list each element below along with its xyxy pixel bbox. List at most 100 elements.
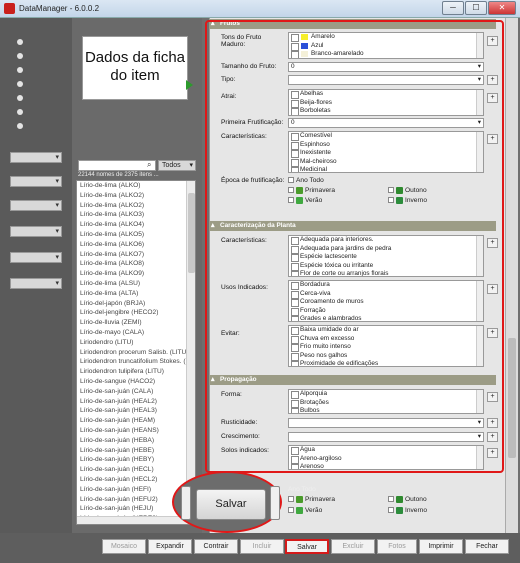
plant-list-rows: Lírio-de-lima (ALKO) Lírio-de-lima (ALKO2…	[77, 181, 187, 525]
list-item[interactable]: Lírio-de-lima (ALKO8)	[77, 259, 187, 269]
mosaico-button[interactable]: Mosaico	[102, 539, 146, 554]
zoom-right-button-edge	[270, 486, 280, 520]
list-item[interactable]: Lírio-de-san-juán (HEBA)	[77, 436, 187, 446]
prop-primavera-checkbox[interactable]	[288, 496, 294, 503]
list-item[interactable]: Lírio-de-lima (ALKO3)	[77, 210, 187, 220]
annotation-callout: Dados da ficha do item	[82, 36, 188, 100]
filter-dropdown-6[interactable]	[10, 278, 62, 289]
expandir-button[interactable]: Expandir	[148, 539, 192, 554]
list-item[interactable]: Lírio-de-sangue (HACO2)	[77, 377, 187, 387]
list-item[interactable]: Lírio-de-san-juán (HEFU2)	[77, 495, 187, 505]
leaf-icon	[396, 495, 403, 503]
list-item[interactable]: Lírio-de-san-juán (CALA)	[77, 387, 187, 397]
contrair-button[interactable]: Contrair	[194, 539, 238, 554]
prop-inverno-checkbox[interactable]	[388, 507, 394, 514]
salvar-button[interactable]: Salvar	[285, 539, 329, 554]
list-item[interactable]: Lírio-del-japón (BRJA)	[77, 299, 187, 309]
prop-ano-todo[interactable]: Ano Todo	[288, 485, 316, 494]
plant-list[interactable]: Lírio-de-lima (ALKO) Lírio-de-lima (ALKO2…	[76, 180, 196, 525]
list-item[interactable]: Lírio-de-lima (ALKO2)	[77, 201, 187, 211]
form-scrollbar[interactable]	[505, 18, 518, 533]
prop-verao[interactable]: Verão	[288, 506, 322, 515]
search-icon[interactable]: ⌕	[147, 160, 151, 170]
list-item[interactable]: Lírio-de-san-juán (HESI)	[77, 524, 187, 525]
prop-primavera[interactable]: Primavera	[288, 495, 335, 504]
list-scroll-thumb[interactable]	[188, 193, 195, 273]
prop-ano-todo-label: Ano Todo	[288, 486, 316, 493]
list-item[interactable]: Lírio-de-lima (ALKO2)	[77, 191, 187, 201]
search-input[interactable]	[78, 160, 156, 171]
list-item[interactable]: Lírio-de-lima (ALKO5)	[77, 230, 187, 240]
list-item[interactable]: Lírio-de-san-juán (HEAL2)	[77, 397, 187, 407]
left-filter-panel	[0, 18, 72, 533]
list-scrollbar[interactable]	[186, 181, 195, 524]
arrow-right-icon	[186, 80, 193, 90]
filter-dropdown-1[interactable]	[10, 152, 62, 163]
nav-dot-3[interactable]	[17, 67, 23, 73]
snowflake-icon	[396, 506, 403, 514]
close-button[interactable]: ✕	[488, 1, 516, 15]
callout-line-2: do item	[110, 67, 160, 84]
prop-inverno-label: Inverno	[405, 507, 427, 514]
list-item[interactable]: Lírio-de-lima (ALKO4)	[77, 220, 187, 230]
fechar-button[interactable]: Fechar	[465, 539, 509, 554]
prop-primavera-label: Primavera	[305, 496, 336, 503]
filter-dropdown-2[interactable]	[10, 176, 62, 187]
nav-dot-5[interactable]	[17, 95, 23, 101]
list-item[interactable]: Lírio-de-san-juán (HEBE)	[77, 446, 187, 456]
callout-line-1: Dados da ficha	[84, 49, 186, 66]
list-item[interactable]: Lírio-de-lluvia (ZEMI)	[77, 318, 187, 328]
filter-dropdown-4[interactable]	[10, 226, 62, 237]
list-item[interactable]: Lírio-de-san-juán (HEAL3)	[77, 406, 187, 416]
form-highlight-frame	[205, 20, 504, 473]
list-item[interactable]: Lírio-de-san-juán (HEFI)	[77, 485, 187, 495]
list-item[interactable]: Lírio-de-lima (ALTA)	[77, 289, 187, 299]
nav-dot-1[interactable]	[17, 39, 23, 45]
zoom-left-button-edge	[181, 486, 191, 520]
list-item[interactable]: Liriodendron tulipifera (LITU)	[77, 367, 187, 377]
list-item[interactable]: Lírio-de-san-juán (HEJU)	[77, 504, 187, 514]
form-scroll-thumb[interactable]	[508, 338, 516, 458]
nav-dot-6[interactable]	[17, 109, 23, 115]
flower-icon	[296, 495, 303, 503]
filter-dropdown-3[interactable]	[10, 200, 62, 211]
prop-outono-label: Outono	[405, 496, 427, 503]
maximize-button[interactable]: ☐	[465, 1, 487, 15]
list-item[interactable]: Lírio-de-san-juán (HECL)	[77, 465, 187, 475]
list-item[interactable]: Lírio-de-lima (ALKO7)	[77, 250, 187, 260]
list-item[interactable]: Lírio-de-lima (ALKO)	[77, 181, 187, 191]
list-item[interactable]: Lírio-de-lima (ALKO6)	[77, 240, 187, 250]
nav-dot-4[interactable]	[17, 81, 23, 87]
prop-verao-label: Verão	[305, 507, 323, 514]
prop-verao-checkbox[interactable]	[288, 507, 294, 514]
result-count: 22144 nomes de 2375 itens ...	[78, 172, 159, 178]
nav-dot-2[interactable]	[17, 53, 23, 59]
list-item[interactable]: Liriodendron procerum Salisb. (LITU)	[77, 348, 187, 358]
window-title: DataManager - 6.0.0.2	[19, 4, 100, 13]
list-item[interactable]: Lírio-de-lima (ALSU)	[77, 279, 187, 289]
prop-inverno[interactable]: Inverno	[388, 506, 427, 515]
imprimir-button[interactable]: Imprimir	[419, 539, 463, 554]
app-icon	[4, 3, 15, 14]
fotos-button[interactable]: Fotos	[377, 539, 417, 554]
list-item[interactable]: Lírio-de-lima (ALKO9)	[77, 269, 187, 279]
list-item[interactable]: Lírio-de-san-juán (HECL2)	[77, 475, 187, 485]
prop-outono-checkbox[interactable]	[388, 496, 394, 503]
minimize-button[interactable]: ─	[442, 1, 464, 15]
excluir-button[interactable]: Excluir	[331, 539, 375, 554]
list-hscrollbar[interactable]	[77, 516, 187, 524]
list-item[interactable]: Liriodendron truncatifolium Stokes. (LIT…	[77, 357, 187, 367]
list-item[interactable]: Lírio-de-san-juán (HEBY)	[77, 455, 187, 465]
zoomed-save-button[interactable]: Salvar	[196, 489, 266, 520]
incluir-button[interactable]: Incluir	[240, 539, 284, 554]
prop-outono[interactable]: Outono	[388, 495, 427, 504]
list-item[interactable]: Lírio-de-san-juán (HEAM)	[77, 416, 187, 426]
filter-dropdown-5[interactable]	[10, 252, 62, 263]
list-item[interactable]: Liriodendro (LITU)	[77, 338, 187, 348]
list-item[interactable]: Lírio-de-mayo (CALA)	[77, 328, 187, 338]
list-item[interactable]: Lírio-de-san-juán (HEANS)	[77, 426, 187, 436]
title-bar: DataManager - 6.0.0.2 ─ ☐ ✕	[0, 0, 520, 18]
filter-select[interactable]: Todos	[158, 160, 196, 171]
list-item[interactable]: Lírio-del-jengibre (HECO2)	[77, 308, 187, 318]
nav-dot-7[interactable]	[17, 123, 23, 129]
